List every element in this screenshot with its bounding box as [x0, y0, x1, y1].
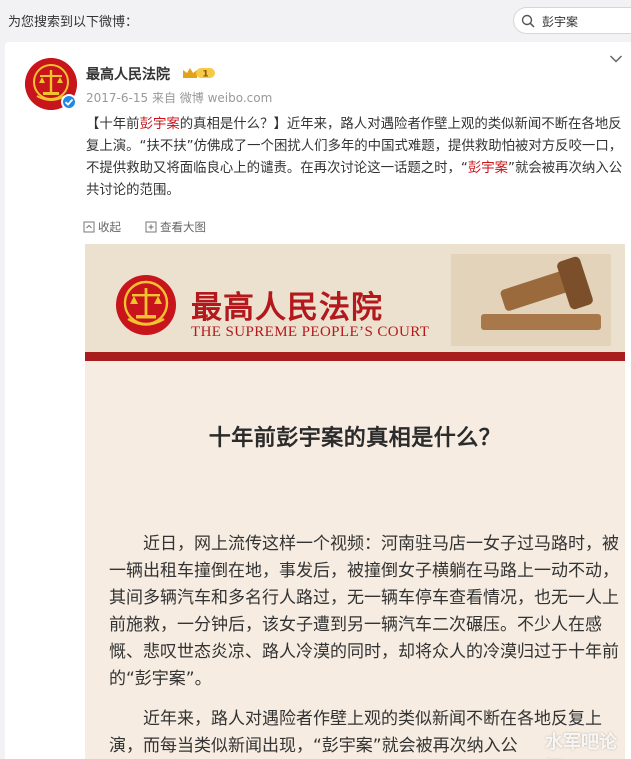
member-badge[interactable]: 1 [182, 65, 216, 80]
post-source: 来自 微博 weibo.com [151, 91, 273, 105]
badge-level: 1 [202, 70, 208, 80]
zoom-image-icon [145, 221, 157, 233]
search-icon [521, 14, 535, 28]
keyword-highlight[interactable]: 彭宇案 [140, 117, 180, 132]
post-text-segment: 【十年前 [86, 117, 140, 132]
article-paragraph: 近日，网上流传这样一个视频：河南驻马店一女子过马路时，被一辆出租车撞倒在地，事发… [109, 534, 619, 689]
post-image[interactable]: 最高人民法院 THE SUPREME PEOPLE’S COURT 十年前彭宇案… [85, 244, 625, 759]
crown-icon: 1 [183, 68, 215, 80]
verified-icon [61, 94, 77, 110]
search-input[interactable]: 彭宇案 [513, 7, 631, 34]
court-banner: 最高人民法院 THE SUPREME PEOPLE’S COURT [85, 244, 625, 361]
view-large-image-label: 查看大图 [160, 220, 206, 234]
search-query: 彭宇案 [542, 15, 579, 29]
username[interactable]: 最高人民法院 [86, 64, 170, 84]
gavel-icon [451, 254, 611, 346]
collapse-icon [83, 221, 95, 233]
search-result-label: 为您搜索到以下微博： [8, 15, 139, 30]
article-paragraph: 近年来，路人对遇险者作壁上观的类似新闻不断在各地反复上演，而每当类似新闻出现，“… [109, 709, 602, 756]
top-bar: 为您搜索到以下微博： 彭宇案 [0, 0, 631, 40]
weibo-post-card: 最高人民法院 1 2017-6-15 来自 微博 weibo.com 【十年前彭… [5, 42, 631, 759]
banner-divider [85, 352, 625, 361]
collapse-label: 收起 [98, 220, 121, 234]
court-name-cn: 最高人民法院 [191, 290, 383, 326]
keyword-highlight[interactable]: 彭宇案 [468, 161, 508, 176]
article-title: 十年前彭宇案的真相是什么？ [208, 426, 502, 451]
image-watermark: 水军吧论坛 [545, 732, 617, 759]
post-date[interactable]: 2017-6-15 [86, 91, 148, 105]
post-meta: 2017-6-15 来自 微博 weibo.com [86, 89, 272, 106]
chevron-down-icon[interactable] [609, 54, 623, 64]
court-emblem-icon [116, 275, 176, 335]
court-name-en: THE SUPREME PEOPLE’S COURT [191, 324, 430, 340]
post-text: 【十年前彭宇案的真相是什么？】近年来，路人对遇险者作壁上观的类似新闻不断在各地反… [86, 114, 626, 202]
